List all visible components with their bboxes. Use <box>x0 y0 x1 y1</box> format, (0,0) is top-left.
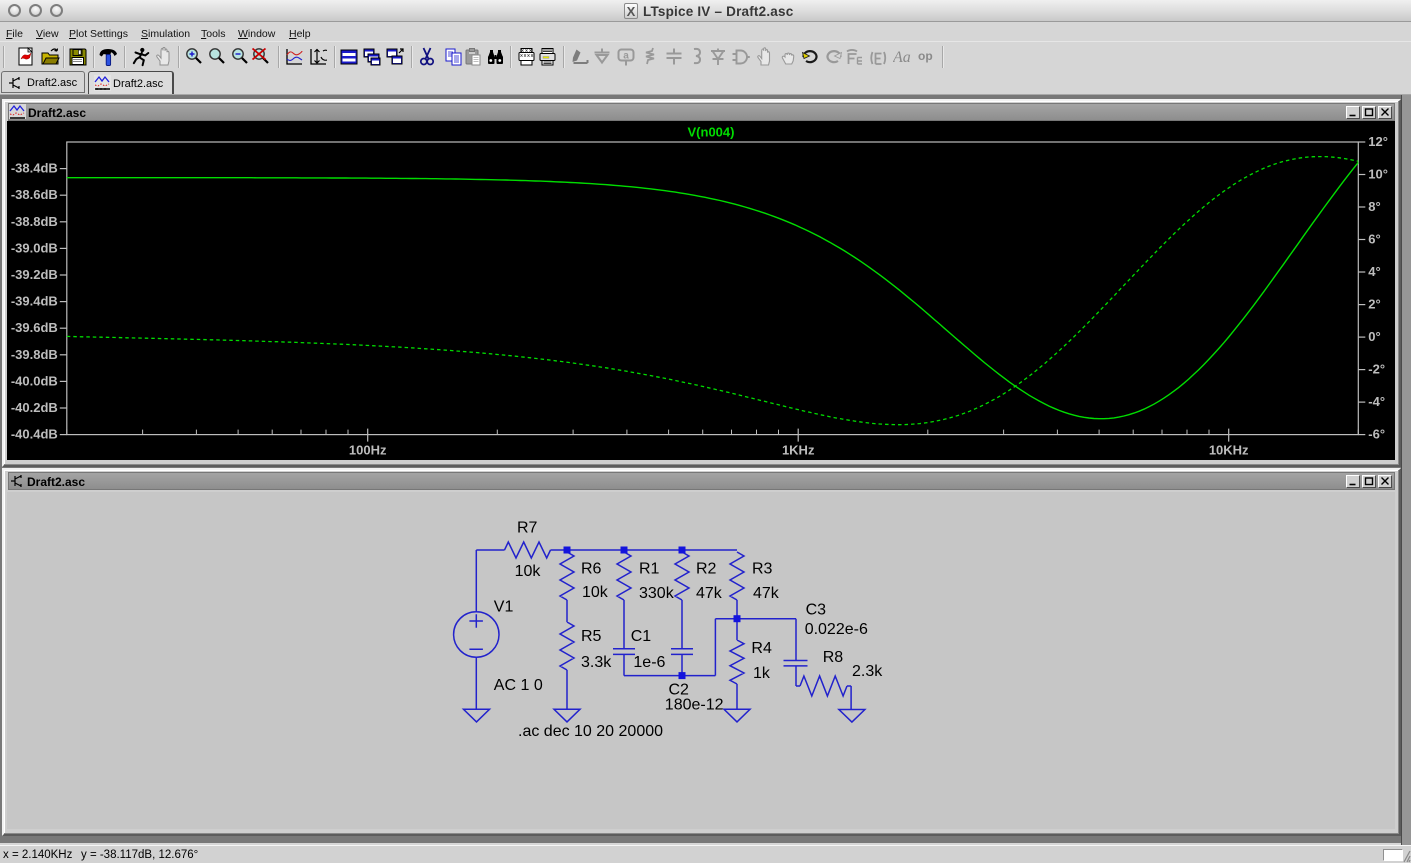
svg-text:-39.2dB: -39.2dB <box>11 267 58 282</box>
svg-text:R1: R1 <box>639 560 660 577</box>
svg-text:1KHz: 1KHz <box>782 443 815 458</box>
svg-text:-39.6dB: -39.6dB <box>11 320 58 335</box>
svg-text:R7: R7 <box>517 520 538 537</box>
svg-text:-40.2dB: -40.2dB <box>11 400 58 415</box>
svg-text:a: a <box>623 51 629 62</box>
svg-text:V1: V1 <box>494 599 514 616</box>
svg-text:-38.6dB: -38.6dB <box>11 187 58 202</box>
svg-text:0°: 0° <box>1368 329 1380 344</box>
svg-text:-40.4dB: -40.4dB <box>11 427 58 442</box>
svg-text:C1: C1 <box>631 628 652 645</box>
svg-text:2.3k: 2.3k <box>852 663 883 680</box>
svg-text:-2°: -2° <box>1368 362 1385 377</box>
svg-text:10k: 10k <box>515 563 542 580</box>
svg-text:10°: 10° <box>1368 167 1388 182</box>
svg-text:100Hz: 100Hz <box>349 443 387 458</box>
svg-text:-4°: -4° <box>1368 394 1385 409</box>
svg-text:R3: R3 <box>752 560 773 577</box>
svg-text:R4: R4 <box>751 640 772 657</box>
svg-text:AC 1 0: AC 1 0 <box>494 677 543 694</box>
svg-text:3.3k: 3.3k <box>581 654 612 671</box>
svg-text:4°: 4° <box>1368 264 1380 279</box>
svg-text:12°: 12° <box>1368 134 1388 149</box>
svg-text:47k: 47k <box>696 585 723 602</box>
svg-text:R6: R6 <box>581 560 602 577</box>
svg-text:-38.8dB: -38.8dB <box>11 214 58 229</box>
svg-text:R5: R5 <box>581 628 602 645</box>
svg-text:R8: R8 <box>823 649 844 666</box>
svg-text:R2: R2 <box>696 560 717 577</box>
svg-text:1e-6: 1e-6 <box>633 654 665 671</box>
svg-text:2°: 2° <box>1368 297 1380 312</box>
svg-text:180e-12: 180e-12 <box>665 696 724 713</box>
svg-text:10KHz: 10KHz <box>1209 443 1249 458</box>
svg-text:C3: C3 <box>806 602 827 619</box>
svg-text:-38.4dB: -38.4dB <box>11 161 58 176</box>
svg-text:-6°: -6° <box>1368 427 1385 442</box>
svg-text:330k: 330k <box>639 585 675 602</box>
svg-text:6°: 6° <box>1368 232 1380 247</box>
svg-text:8°: 8° <box>1368 199 1380 214</box>
svg-text:.ac dec 10 20 20000: .ac dec 10 20 20000 <box>518 723 663 740</box>
svg-text:1k: 1k <box>753 665 771 682</box>
svg-text:-39.4dB: -39.4dB <box>11 294 58 309</box>
svg-text:47k: 47k <box>753 585 780 602</box>
svg-text:-39.8dB: -39.8dB <box>11 347 58 362</box>
svg-text:V(n004): V(n004) <box>688 125 735 140</box>
svg-text:op: op <box>918 49 933 63</box>
svg-text:0.022e-6: 0.022e-6 <box>805 621 868 638</box>
svg-text:-39.0dB: -39.0dB <box>11 240 58 255</box>
svg-text:10k: 10k <box>582 584 609 601</box>
svg-text:Aa: Aa <box>893 49 911 66</box>
svg-text:-40.0dB: -40.0dB <box>11 373 58 388</box>
